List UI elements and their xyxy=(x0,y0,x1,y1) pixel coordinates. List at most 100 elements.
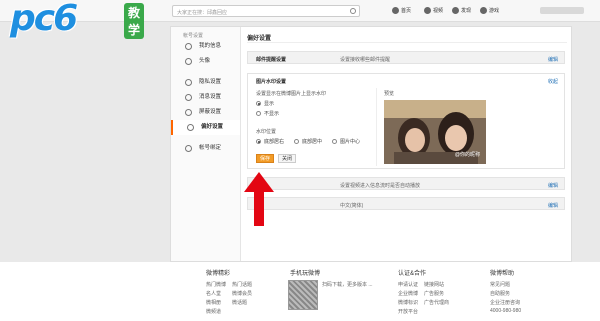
bind-icon xyxy=(185,145,192,152)
pc6-logo: pc6 教学 xyxy=(10,0,145,40)
radio-bottom-right[interactable]: 底部居右 xyxy=(256,138,284,145)
footer-link[interactable]: 微话题 xyxy=(232,299,258,306)
radio-label: 底部居中 xyxy=(302,139,323,145)
radio-label: 底部居右 xyxy=(264,139,285,145)
radio-label: 显示 xyxy=(264,101,275,107)
footer-link[interactable]: 常见问题 xyxy=(490,281,521,288)
game-icon xyxy=(480,7,487,14)
footer-link[interactable]: 自助服务 xyxy=(490,290,521,297)
sidebar-section-title: 帐号设置 xyxy=(183,33,204,39)
radio-label: 不显示 xyxy=(264,111,280,117)
nav-discover-label: 发现 xyxy=(461,8,472,14)
sidebar-item-label: 偏好设置 xyxy=(201,124,224,130)
footer-link[interactable]: 开放平台 xyxy=(398,308,424,315)
footer-col-weibo: 微博精彩 热门微博 热门话题 名人堂 微博会员 微相册 微话题 微频道 xyxy=(206,268,258,315)
footer-link[interactable]: 名人堂 xyxy=(206,290,232,297)
row-desc: 设置视频进入信息流时是否自动播放 xyxy=(340,183,421,189)
footer-heading: 微博帮助 xyxy=(490,271,515,277)
watermark-title: 图片水印设置 xyxy=(256,79,287,85)
save-button[interactable]: 保存 xyxy=(256,154,274,163)
sidebar-item-label: 消息设置 xyxy=(199,94,222,100)
footer-heading: 手机玩微博 xyxy=(290,271,321,277)
footer-link[interactable]: 广告代理商 xyxy=(424,299,450,306)
row-label: 邮件提醒设置 xyxy=(256,57,287,63)
sidebar-item-label: 隐私设置 xyxy=(199,79,222,85)
footer-link[interactable]: 微频道 xyxy=(206,308,232,315)
footer-col-partner: 认证&合作 申请认证 链接网站 企业微博 广告服务 微博标识 广告代理商 开放平… xyxy=(398,268,450,315)
nav-discover[interactable]: 发现 xyxy=(452,7,471,14)
radio-show[interactable]: 显示 xyxy=(256,100,274,107)
sidebar-item-label: 屏蔽设置 xyxy=(199,109,222,115)
radio-hide[interactable]: 不显示 xyxy=(256,110,279,117)
footer-link[interactable]: 微相册 xyxy=(206,299,232,306)
video-icon xyxy=(424,7,431,14)
watermark-settings: 图片水印设置 收起 设置显示在微博图片上显示水印 显示 不显示 水印位置 底部居… xyxy=(247,73,565,169)
row-desc: 中文(简体) xyxy=(340,203,364,209)
page-title: 偏好设置 xyxy=(247,27,567,43)
message-icon xyxy=(185,94,192,101)
radio-center[interactable]: 图片中心 xyxy=(332,138,360,145)
preview-watermark: @你的昵称 xyxy=(454,152,480,158)
position-label: 水印位置 xyxy=(256,129,277,135)
radio-dot[interactable] xyxy=(256,101,261,106)
sidebar-item-label: 我的信息 xyxy=(199,43,222,49)
footer-link[interactable]: 链接网站 xyxy=(424,281,450,288)
search-input[interactable]: 大家正在搜：邱鑫回应 xyxy=(172,5,360,17)
block-icon xyxy=(185,109,192,116)
footer: 微博精彩 热门微博 热门话题 名人堂 微博会员 微相册 微话题 微频道 手机玩微… xyxy=(0,262,600,321)
nav-video-label: 视频 xyxy=(433,8,444,14)
preferences-content: 偏好设置 邮件提醒设置 设置接收哪些邮件提醒 编辑 图片水印设置 收起 设置显示… xyxy=(247,27,567,261)
radio-dot[interactable] xyxy=(294,139,300,144)
sidebar-item-label: 头像 xyxy=(199,58,211,64)
profile-icon xyxy=(185,43,192,50)
user-area[interactable] xyxy=(540,7,584,14)
footer-link[interactable]: 微博标识 xyxy=(398,299,424,306)
sidebar-item-profile[interactable]: 我的信息 xyxy=(171,39,240,54)
nav-video[interactable]: 视频 xyxy=(424,7,443,14)
search-icon[interactable] xyxy=(350,8,356,14)
sidebar-item-bind[interactable]: 帐号绑定 xyxy=(171,141,240,156)
sidebar-item-preferences[interactable]: 偏好设置 xyxy=(171,120,240,135)
preview-image: @你的昵称 xyxy=(384,100,486,164)
row-desc: 设置接收哪些邮件提醒 xyxy=(340,57,391,63)
footer-link[interactable]: 申请认证 xyxy=(398,281,424,288)
footer-link[interactable]: 企业微博 xyxy=(398,290,424,297)
sidebar-item-avatar[interactable]: 头像 xyxy=(171,54,240,69)
preferences-icon xyxy=(187,124,194,131)
discover-icon xyxy=(452,7,459,14)
edit-link[interactable]: 编辑 xyxy=(548,202,558,209)
video-autoplay-row: 设置视频进入信息流时是否自动播放 编辑 xyxy=(247,177,565,190)
radio-label: 图片中心 xyxy=(340,139,361,145)
radio-dot[interactable] xyxy=(332,139,338,144)
avatar-icon xyxy=(185,58,192,65)
nav-game[interactable]: 游戏 xyxy=(480,7,499,14)
qr-text: 扫码下载，更多版本 ... xyxy=(322,282,373,288)
edit-link[interactable]: 编辑 xyxy=(548,56,558,63)
close-button[interactable]: 关闭 xyxy=(278,154,296,163)
edit-link[interactable]: 编辑 xyxy=(548,182,558,189)
radio-bottom-center[interactable]: 底部居中 xyxy=(294,138,322,145)
sidebar-item-privacy[interactable]: 隐私设置 xyxy=(171,75,240,90)
footer-link[interactable]: 热门微博 xyxy=(206,281,232,288)
footer-link[interactable]: 广告服务 xyxy=(424,290,450,297)
home-icon xyxy=(392,7,399,14)
radio-dot[interactable] xyxy=(256,111,261,116)
footer-col-help: 微博帮助 常见问题 自助服务 企业注册咨询 4000-980-980 xyxy=(490,268,521,314)
logo-badge: 教学 xyxy=(124,3,145,39)
sidebar-item-block[interactable]: 屏蔽设置 xyxy=(171,105,240,120)
footer-link[interactable]: 微博会员 xyxy=(232,290,258,297)
footer-heading: 认证&合作 xyxy=(398,271,427,277)
email-reminder-row: 邮件提醒设置 设置接收哪些邮件提醒 编辑 xyxy=(247,51,565,64)
watermark-desc: 设置显示在微博图片上显示水印 xyxy=(256,91,327,97)
radio-dot[interactable] xyxy=(256,139,261,144)
footer-link[interactable]: 热门话题 xyxy=(232,281,258,288)
footer-link[interactable]: 企业注册咨询 xyxy=(490,299,521,306)
nav-game-label: 游戏 xyxy=(489,8,500,14)
preview-label: 预览 xyxy=(384,91,395,97)
nav-home[interactable]: 首页 xyxy=(392,7,411,14)
qr-code xyxy=(288,280,318,310)
sidebar-item-label: 帐号绑定 xyxy=(199,145,222,151)
sidebar-item-message[interactable]: 消息设置 xyxy=(171,90,240,105)
nav-home-label: 首页 xyxy=(401,8,412,14)
collapse-link[interactable]: 收起 xyxy=(548,78,558,85)
